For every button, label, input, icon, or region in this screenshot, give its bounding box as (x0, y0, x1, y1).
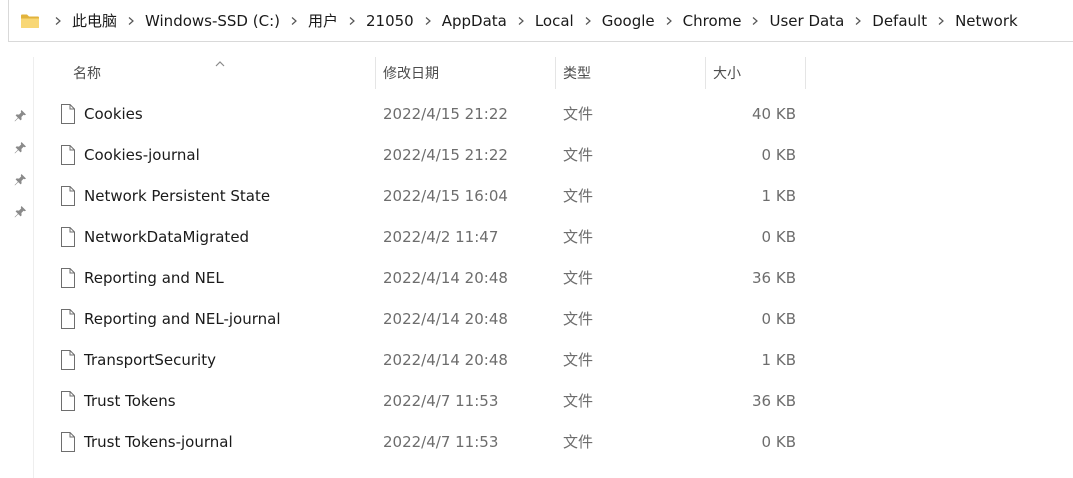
column-header-date-label: 修改日期 (383, 66, 439, 82)
file-type: 文件 (563, 433, 594, 451)
file-row[interactable]: Reporting and NEL-journal 2022/4/14 20:48… (34, 299, 814, 340)
breadcrumb-items: 此电脑 Windows-SSD (C:) 用户 21050 AppData Local Go… (45, 8, 1019, 33)
file-type: 文件 (563, 351, 594, 369)
breadcrumb-item[interactable]: Local (534, 10, 575, 32)
file-row[interactable]: Cookies 2022/4/15 21:22 文件 40 KB (34, 94, 814, 135)
chevron-right-icon[interactable] (933, 13, 949, 29)
breadcrumb-item[interactable]: 用户 (307, 8, 339, 33)
file-row[interactable]: TransportSecurity 2022/4/14 20:48 文件 1 KB (34, 340, 814, 381)
chevron-right-icon[interactable] (513, 13, 529, 29)
file-size: 40 KB (752, 105, 796, 123)
column-header-name-label: 名称 (73, 66, 101, 82)
file-row[interactable]: Network Persistent State 2022/4/15 16:04 文… (34, 176, 814, 217)
pin-icon[interactable] (13, 204, 27, 218)
chevron-right-icon[interactable] (286, 13, 302, 29)
file-size: 0 KB (761, 146, 796, 164)
column-header-size-label: 大小 (713, 66, 741, 82)
file-size: 1 KB (761, 187, 796, 205)
file-icon (59, 308, 77, 330)
file-name: Cookies-journal (84, 146, 200, 164)
folder-icon (20, 13, 40, 29)
file-row[interactable]: Trust Tokens 2022/4/7 11:53 文件 36 KB (34, 381, 814, 422)
chevron-right-icon[interactable] (344, 13, 360, 29)
file-date-modified: 2022/4/15 21:22 (383, 146, 508, 164)
file-type: 文件 (563, 187, 594, 205)
file-name: Reporting and NEL-journal (84, 310, 281, 328)
chevron-right-icon[interactable] (747, 13, 763, 29)
breadcrumb-item[interactable]: 21050 (365, 10, 415, 32)
column-header-size[interactable]: 大小 (706, 57, 806, 89)
file-date-modified: 2022/4/14 20:48 (383, 310, 508, 328)
file-type: 文件 (563, 310, 594, 328)
file-icon (59, 390, 77, 412)
chevron-right-icon[interactable] (661, 13, 677, 29)
pin-icon[interactable] (13, 140, 27, 154)
file-name: Reporting and NEL (84, 269, 224, 287)
file-row[interactable]: NetworkDataMigrated 2022/4/2 11:47 文件 0 KB (34, 217, 814, 258)
pin-icon[interactable] (13, 172, 27, 186)
column-header-date[interactable]: 修改日期 (376, 57, 556, 89)
file-name: Network Persistent State (84, 187, 271, 205)
pin-icon[interactable] (13, 108, 27, 122)
file-size: 36 KB (752, 269, 796, 287)
file-icon (59, 431, 77, 453)
breadcrumb-item[interactable]: Google (601, 10, 656, 32)
file-name: Cookies (84, 105, 143, 123)
breadcrumb[interactable]: 此电脑 Windows-SSD (C:) 用户 21050 AppData Local Go… (8, 0, 1073, 42)
file-type: 文件 (563, 392, 594, 410)
file-explorer-window: 此电脑 Windows-SSD (C:) 用户 21050 AppData Local Go… (0, 0, 1073, 478)
breadcrumb-item[interactable]: User Data (768, 10, 845, 32)
file-name: TransportSecurity (84, 351, 216, 369)
file-type: 文件 (563, 105, 594, 123)
chevron-right-icon[interactable] (50, 13, 66, 29)
file-size: 0 KB (761, 433, 796, 451)
navigation-pane (0, 57, 34, 478)
file-row[interactable]: Trust Tokens-journal 2022/4/7 11:53 文件 0 KB (34, 422, 814, 463)
chevron-right-icon[interactable] (850, 13, 866, 29)
file-date-modified: 2022/4/2 11:47 (383, 228, 499, 246)
chevron-right-icon[interactable] (580, 13, 596, 29)
breadcrumb-item[interactable]: Network (954, 10, 1019, 32)
file-size: 0 KB (761, 310, 796, 328)
file-type: 文件 (563, 228, 594, 246)
column-header-type[interactable]: 类型 (556, 57, 706, 89)
file-size: 1 KB (761, 351, 796, 369)
file-row[interactable]: Cookies-journal 2022/4/15 21:22 文件 0 KB (34, 135, 814, 176)
file-date-modified: 2022/4/14 20:48 (383, 269, 508, 287)
file-icon (59, 103, 77, 125)
file-type: 文件 (563, 269, 594, 287)
column-header-name[interactable]: 名称 (66, 57, 376, 89)
file-icon (59, 185, 77, 207)
file-icon (59, 226, 77, 248)
chevron-right-icon[interactable] (420, 13, 436, 29)
file-date-modified: 2022/4/7 11:53 (383, 392, 499, 410)
file-type: 文件 (563, 146, 594, 164)
breadcrumb-item[interactable]: Windows-SSD (C:) (144, 10, 281, 32)
file-date-modified: 2022/4/7 11:53 (383, 433, 499, 451)
file-row[interactable]: Reporting and NEL 2022/4/14 20:48 文件 36 KB (34, 258, 814, 299)
file-size: 36 KB (752, 392, 796, 410)
file-icon (59, 267, 77, 289)
chevron-right-icon[interactable] (123, 13, 139, 29)
breadcrumb-item[interactable]: 此电脑 (71, 8, 118, 33)
file-icon (59, 144, 77, 166)
file-icon (59, 349, 77, 371)
breadcrumb-item[interactable]: Default (871, 10, 928, 32)
breadcrumb-item[interactable]: Chrome (682, 10, 743, 32)
file-name: Trust Tokens (84, 392, 176, 410)
column-header-type-label: 类型 (563, 66, 591, 82)
file-date-modified: 2022/4/15 21:22 (383, 105, 508, 123)
file-name: Trust Tokens-journal (84, 433, 233, 451)
file-name: NetworkDataMigrated (84, 228, 250, 246)
file-date-modified: 2022/4/15 16:04 (383, 187, 508, 205)
file-size: 0 KB (761, 228, 796, 246)
breadcrumb-item[interactable]: AppData (441, 10, 508, 32)
file-date-modified: 2022/4/14 20:48 (383, 351, 508, 369)
